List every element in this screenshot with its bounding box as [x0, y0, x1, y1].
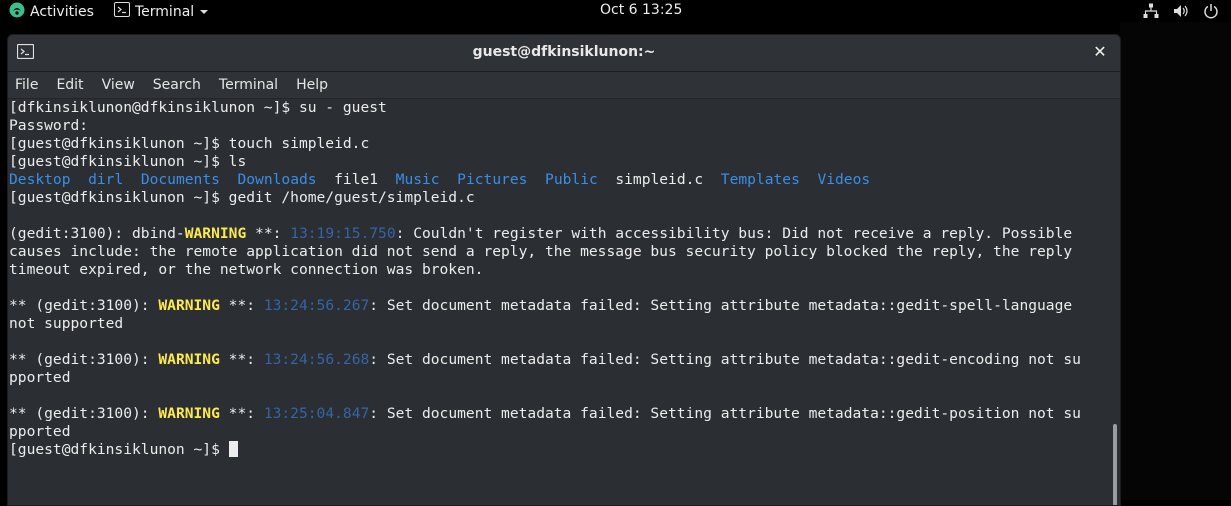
warning-prefix: ** (gedit:3100):	[9, 297, 159, 314]
ls-dir-videos: Videos	[817, 171, 871, 188]
app-menu-button[interactable]: Terminal	[114, 2, 209, 21]
system-menu[interactable]	[1143, 3, 1219, 23]
ls-dir-documents: Documents	[140, 171, 220, 188]
ls-dir-dirl: dirl	[88, 171, 124, 188]
warning-label: WARNING	[184, 225, 247, 242]
ls-dir-music: Music	[395, 171, 440, 188]
terminal-line: [guest@dfkinsiklunon ~]$ ls	[9, 153, 247, 170]
menu-help[interactable]: Help	[287, 72, 337, 98]
chevron-down-icon	[199, 4, 209, 20]
ls-dir-downloads: Downloads	[237, 171, 317, 188]
menu-view[interactable]: View	[93, 72, 144, 98]
window-title: guest@dfkinsiklunon:~	[472, 44, 656, 60]
menu-terminal[interactable]: Terminal	[210, 72, 287, 98]
warning-stars: **:	[246, 225, 291, 242]
warning-timestamp: 13:19:15.750	[290, 225, 396, 242]
warning-stars: **:	[219, 405, 264, 422]
terminal-line: [guest@dfkinsiklunon ~]$ touch simpleid.…	[9, 135, 370, 152]
activities-label: Activities	[30, 4, 94, 20]
app-menu-label: Terminal	[135, 3, 195, 20]
terminal-window: guest@dfkinsiklunon:~ ✕ File Edit View S…	[7, 34, 1121, 506]
warning-line: ** (gedit:3100): WARNING **: 13:25:04.84…	[9, 405, 1111, 423]
top-bar: Activities Terminal Oct 6 13:25	[0, 0, 1231, 22]
prompt-line[interactable]: [guest@dfkinsiklunon ~]$	[9, 441, 1111, 459]
terminal-line: not supported	[9, 315, 124, 332]
terminal-line: pported	[9, 423, 71, 440]
terminal-line: [dfkinsiklunon@dfkinsiklunon ~]$ su - gu…	[9, 99, 387, 116]
warning-timestamp: 13:24:56.267	[263, 297, 370, 314]
warning-label: WARNING	[158, 297, 220, 314]
menu-edit[interactable]: Edit	[47, 72, 92, 98]
warning-label: WARNING	[158, 351, 220, 368]
warning-line: (gedit:3100): dbind-WARNING **: 13:19:15…	[9, 225, 1111, 243]
desktop-background	[1120, 22, 1231, 500]
warning-message: : Set document metadata failed: Setting …	[369, 405, 1081, 422]
network-icon	[1143, 3, 1159, 23]
terminal-output[interactable]: [dfkinsiklunon@dfkinsiklunon ~]$ su - gu…	[8, 99, 1111, 505]
ls-dir-pictures: Pictures	[457, 171, 528, 188]
warning-prefix: ** (gedit:3100):	[9, 351, 159, 368]
warning-line: ** (gedit:3100): WARNING **: 13:24:56.26…	[9, 297, 1111, 315]
warning-message: : Set document metadata failed: Setting …	[369, 351, 1081, 368]
ls-dir-desktop: Desktop	[9, 171, 71, 188]
terminal-line: timeout expired, or the network connecti…	[9, 261, 484, 278]
ls-dir-public: Public	[545, 171, 598, 188]
terminal-line: pported	[9, 369, 71, 386]
volume-icon	[1173, 3, 1189, 23]
warning-timestamp: 13:24:56.268	[263, 351, 370, 368]
terminal-line: causes include: the remote application d…	[9, 243, 1073, 260]
shell-prompt: [guest@dfkinsiklunon ~]$	[9, 441, 229, 458]
clock[interactable]: Oct 6 13:25	[600, 2, 682, 18]
menu-file[interactable]: File	[8, 72, 47, 98]
menu-search[interactable]: Search	[144, 72, 210, 98]
text-cursor	[228, 441, 238, 457]
scrollbar-thumb[interactable]	[1113, 424, 1117, 505]
ls-output-line: Desktop dirl Documents Downloads file1 M…	[9, 171, 1111, 189]
warning-message: : Couldn't register with accessibility b…	[395, 225, 1073, 242]
warning-message: : Set document metadata failed: Setting …	[369, 297, 1073, 314]
warning-timestamp: 13:25:04.847	[263, 405, 370, 422]
terminal-icon	[114, 2, 130, 21]
terminal-line: Password:	[9, 117, 89, 134]
warning-label: WARNING	[158, 405, 220, 422]
terminal-scrollbar[interactable]	[1110, 99, 1120, 505]
activities-button[interactable]: Activities	[9, 2, 94, 22]
warning-prefix: ** (gedit:3100):	[9, 405, 159, 422]
ls-file-file1: file1	[334, 171, 379, 188]
warning-stars: **:	[219, 351, 264, 368]
gnome-activities-icon	[9, 2, 25, 22]
close-icon[interactable]: ✕	[1090, 42, 1110, 61]
menu-bar: File Edit View Search Terminal Help	[8, 72, 1120, 99]
warning-line: ** (gedit:3100): WARNING **: 13:24:56.26…	[9, 351, 1111, 369]
ls-dir-templates: Templates	[720, 171, 800, 188]
ls-file-simpleid: simpleid.c	[615, 171, 704, 188]
warning-prefix: (gedit:3100): dbind-	[9, 225, 185, 242]
terminal-line: [guest@dfkinsiklunon ~]$ gedit /home/gue…	[9, 189, 475, 206]
title-bar[interactable]: guest@dfkinsiklunon:~ ✕	[8, 35, 1120, 72]
warning-stars: **:	[219, 297, 264, 314]
power-icon	[1203, 3, 1219, 23]
